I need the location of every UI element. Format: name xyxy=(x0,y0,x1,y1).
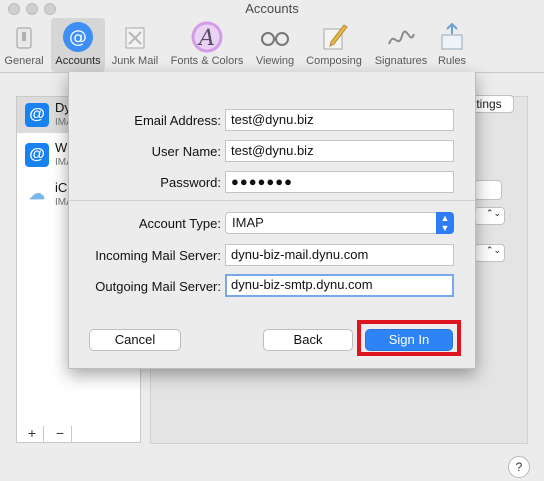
password-field[interactable]: ●●●●●●● xyxy=(225,171,454,193)
preferences-toolbar: General @ Accounts Junk Mail A Fonts & C… xyxy=(0,18,544,73)
window-title: Accounts xyxy=(245,1,299,16)
color-wheel-font-icon: A xyxy=(191,21,223,53)
at-sign-icon: @ xyxy=(63,22,93,52)
account-type-value: IMAP xyxy=(232,215,264,230)
username-label: User Name: xyxy=(151,144,221,159)
outgoing-server-label: Outgoing Mail Server: xyxy=(95,279,221,294)
remove-account-button[interactable]: − xyxy=(49,426,72,442)
tab-composing[interactable]: Composing xyxy=(302,18,366,72)
at-sign-icon: @ xyxy=(25,143,49,167)
add-account-sheet: Email Address: test@dynu.biz User Name: … xyxy=(68,72,476,369)
tab-viewing[interactable]: Viewing xyxy=(252,18,298,72)
icloud-icon: ☁ xyxy=(29,186,45,203)
rules-envelope-icon xyxy=(441,22,463,50)
incoming-server-field[interactable]: dynu-biz-mail.dynu.com xyxy=(225,244,454,266)
account-type-select[interactable]: IMAP ▲ ▼ xyxy=(225,212,454,234)
background-field[interactable] xyxy=(474,180,502,200)
tab-general[interactable]: General xyxy=(2,18,46,72)
sign-in-highlight-box xyxy=(357,320,461,356)
account-list-controls: + − xyxy=(16,426,141,443)
tab-rules[interactable]: Rules xyxy=(434,18,470,72)
title-bar: Accounts xyxy=(0,0,544,20)
chevron-up-down-icon: ▲ ▼ xyxy=(436,212,454,234)
password-label: Password: xyxy=(160,175,221,190)
divider xyxy=(69,200,475,201)
back-button[interactable]: Back xyxy=(263,329,353,351)
cancel-button[interactable]: Cancel xyxy=(89,329,181,351)
svg-text:@: @ xyxy=(69,27,87,48)
glasses-icon xyxy=(261,32,289,46)
tab-signatures[interactable]: Signatures xyxy=(370,18,432,72)
username-field[interactable]: test@dynu.biz xyxy=(225,140,454,162)
tab-fonts-colors[interactable]: A Fonts & Colors xyxy=(166,18,248,72)
general-switch-icon xyxy=(16,27,32,49)
add-account-button[interactable]: + xyxy=(21,426,44,442)
email-label: Email Address: xyxy=(134,113,221,128)
signature-icon xyxy=(388,30,415,45)
help-button[interactable]: ? xyxy=(508,456,530,478)
background-select[interactable]: ⌃⌄ xyxy=(474,207,505,225)
junk-bin-icon xyxy=(125,27,145,49)
background-select[interactable]: ⌃⌄ xyxy=(474,244,505,262)
svg-text:A: A xyxy=(197,26,215,51)
account-type-label: Account Type: xyxy=(138,216,221,231)
tab-accounts[interactable]: @ Accounts xyxy=(51,18,105,72)
outgoing-server-field[interactable]: dynu-biz-smtp.dynu.com xyxy=(225,274,454,297)
pencil-paper-icon xyxy=(323,24,348,50)
incoming-server-label: Incoming Mail Server: xyxy=(95,248,221,263)
email-field[interactable]: test@dynu.biz xyxy=(225,109,454,131)
tab-junk-mail[interactable]: Junk Mail xyxy=(108,18,162,72)
account-settings-button[interactable]: ttings xyxy=(470,95,514,113)
at-sign-icon: @ xyxy=(25,103,49,127)
